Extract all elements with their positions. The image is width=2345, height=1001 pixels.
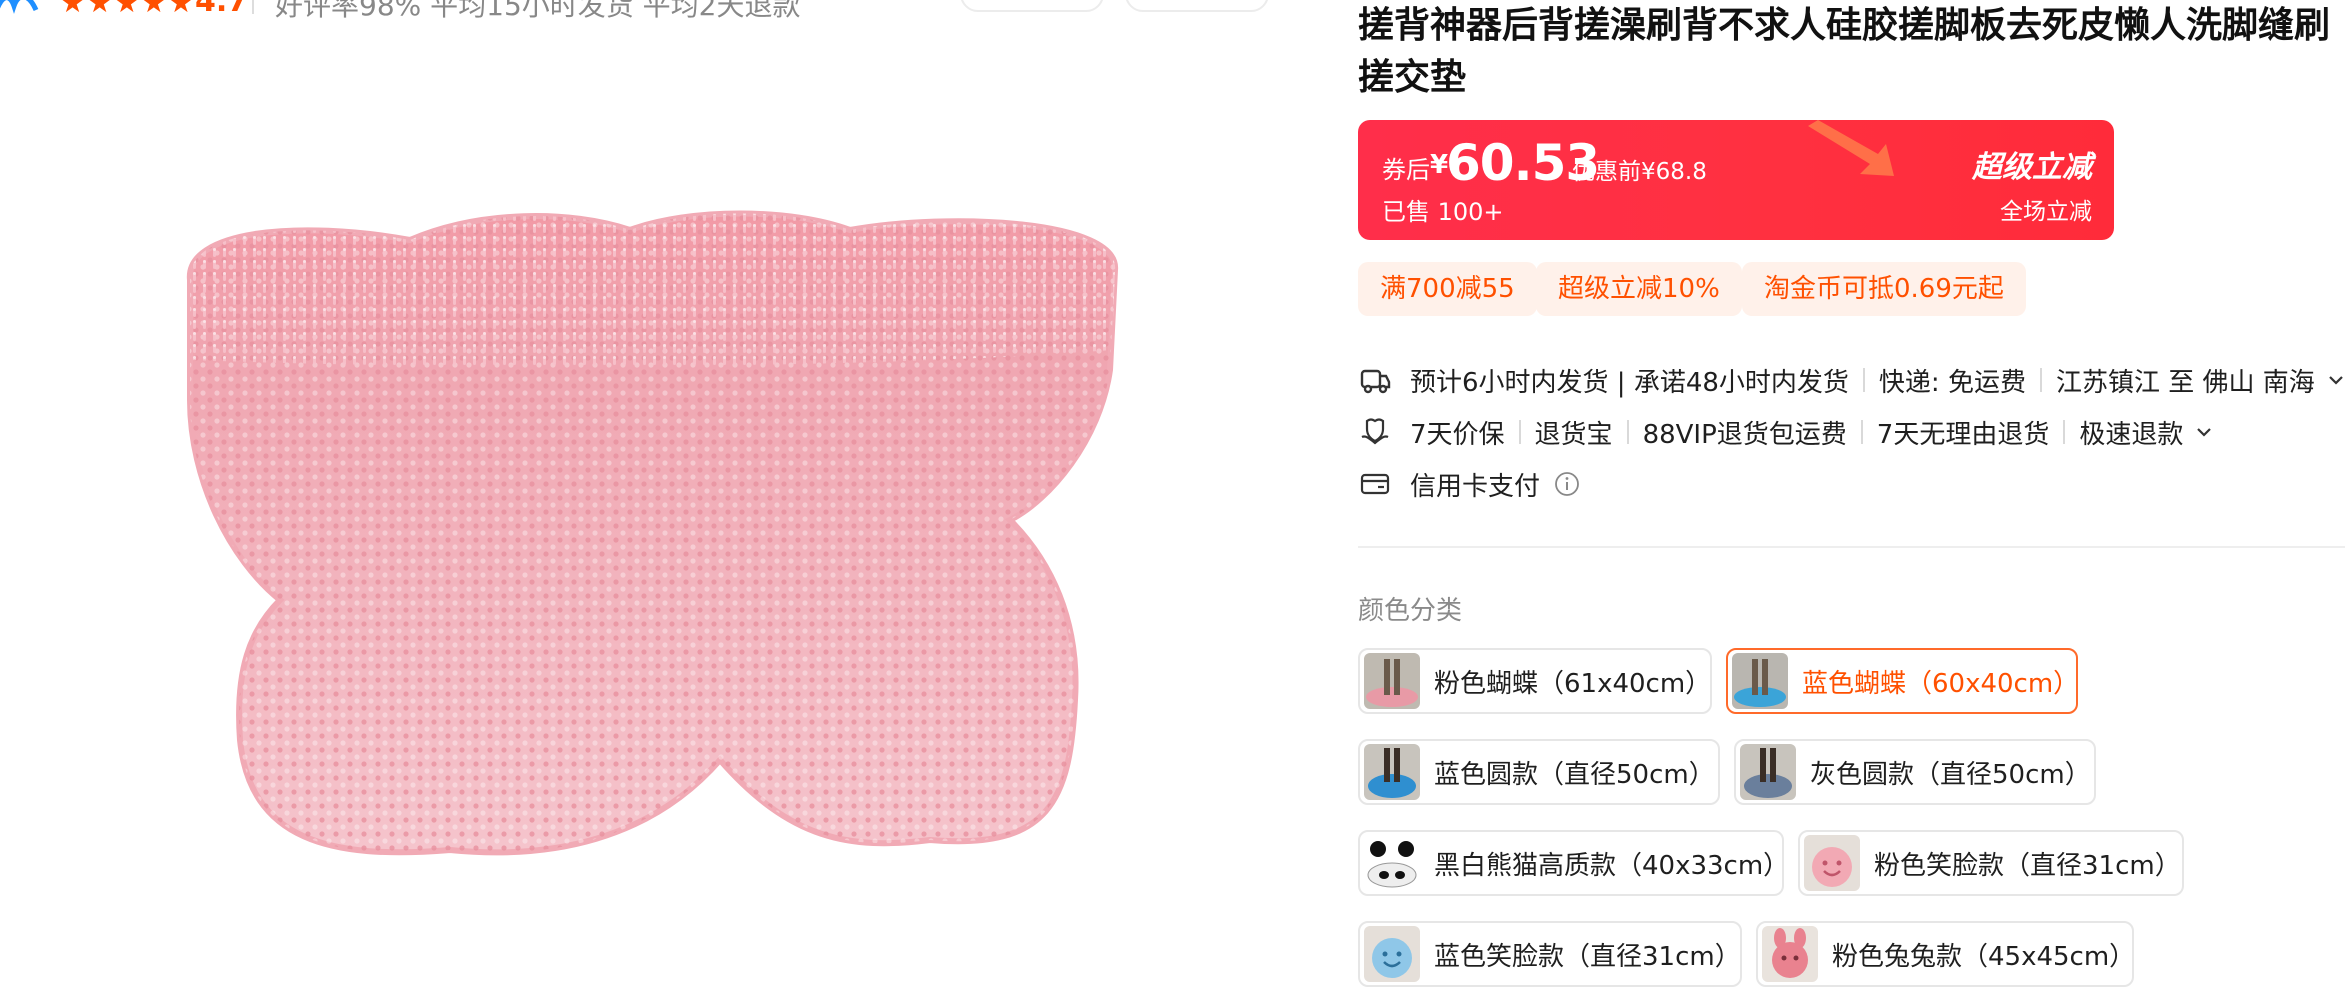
panda-thumb-icon (1364, 835, 1420, 891)
fast-refund[interactable]: 极速退款 (2079, 414, 2183, 451)
blue-butterfly-thumb-icon (1732, 653, 1788, 709)
sku-option[interactable]: 蓝色笑脸款（直径31cm） (1358, 921, 1742, 987)
credit-card-icon (1360, 473, 1390, 495)
divider (252, 0, 254, 14)
credit-card-payment: 信用卡支付 (1410, 471, 1541, 502)
gray-round-thumb-icon (1740, 744, 1796, 800)
pink-butterfly-mat-image (186, 210, 1119, 856)
blue-smiley-thumb-icon (1364, 926, 1420, 982)
store-stats: 好评率98% 平均15小时发货 平均2天退款 (275, 0, 801, 22)
no-reason-return: 7天无理由退货 (1876, 419, 2050, 450)
promo-badge: 超级立减 (1972, 150, 2092, 185)
sold-count: 已售 100+ (1382, 198, 1504, 226)
follow-button[interactable] (960, 0, 1104, 12)
shipping-time: 预计6小时内发货 | 承诺48小时内发货 (1410, 367, 1849, 398)
price-label: 券后 (1382, 156, 1430, 184)
service-row: 7天价保 退货宝 88VIP退货包运费 7天无理由退货 极速退款 (1358, 412, 2213, 452)
enter-store-button[interactable] (1125, 0, 1269, 12)
shield-hand-icon (1361, 418, 1389, 445)
info-icon[interactable] (1554, 471, 1580, 497)
price-banner: 券后 ¥ 60.53 优惠前¥68.8 已售 100+ 超级立减 全场立减 (1358, 120, 2114, 240)
shipping-row: 预计6小时内发货 | 承诺48小时内发货 快递: 免运费 江苏镇江 至 佛山 南… (1358, 360, 2345, 400)
sku-option[interactable]: 蓝色圆款（直径50cm） (1358, 739, 1720, 805)
return-insurance: 退货宝 (1534, 419, 1613, 450)
rating-stars-icon: ★★★★★ (60, 0, 196, 19)
divider (1860, 420, 1863, 444)
store-rating-strip: ★★★★★ 4.7 好评率98% 平均15小时发货 平均2天退款 (0, 0, 1280, 22)
shipping-fee: 快递: 免运费 (1878, 367, 2026, 398)
shipping-route[interactable]: 江苏镇江 至 佛山 南海 (2056, 362, 2315, 399)
divider (1358, 546, 2345, 548)
product-info-panel: 搓背神器后背搓澡刷背不求人硅胶搓脚板去死皮懒人洗脚缝刷搓交垫 券后 ¥ 60.5… (1358, 0, 2345, 1001)
vip-return-shipping: 88VIP退货包运费 (1642, 419, 1847, 450)
pink-bunny-thumb-icon (1762, 926, 1818, 982)
product-title: 搓背神器后背搓澡刷背不求人硅胶搓脚板去死皮懒人洗脚缝刷搓交垫 (1358, 5, 2331, 98)
divider (1862, 368, 1865, 392)
store-logo-icon (0, 0, 39, 14)
coupon-tag[interactable]: 淘金币可抵0.69元起 (1742, 262, 2026, 316)
payment-row: 信用卡支付 (1358, 464, 1580, 504)
sku-option-selected[interactable]: 蓝色蝴蝶（60x40cm） (1726, 648, 2079, 714)
color-section-label: 颜色分类 (1358, 596, 1463, 626)
arrow-decoration-icon (1808, 120, 1894, 176)
blue-round-thumb-icon (1364, 744, 1420, 800)
pink-smiley-thumb-icon (1804, 835, 1860, 891)
rating-score: 4.7 (195, 0, 249, 19)
sku-option[interactable]: 灰色圆款（直径50cm） (1734, 739, 2096, 805)
sku-option[interactable]: 粉色笑脸款（直径31cm） (1798, 830, 2184, 896)
original-price: 优惠前¥68.8 (1572, 159, 1707, 185)
coupon-tag[interactable]: 超级立减10% (1536, 262, 1742, 316)
divider (1626, 420, 1629, 444)
chevron-down-icon[interactable] (2327, 371, 2345, 389)
sku-option[interactable]: 粉色蝴蝶（61x40cm） (1358, 648, 1712, 714)
price-protection: 7天价保 (1410, 419, 1505, 450)
sku-option[interactable]: 粉色兔兔款（45x45cm） (1756, 921, 2135, 987)
pink-butterfly-thumb-icon (1364, 653, 1420, 709)
divider (1518, 420, 1521, 444)
coupon-tag[interactable]: 满700减55 (1358, 262, 1537, 316)
promo-subtitle: 全场立减 (2000, 199, 2092, 225)
sku-option[interactable]: 黑白熊猫高质款（40x33cm） (1358, 830, 1789, 896)
truck-icon (1360, 369, 1391, 394)
divider (2039, 368, 2042, 392)
chevron-down-icon[interactable] (2195, 423, 2213, 441)
divider (2063, 420, 2066, 444)
